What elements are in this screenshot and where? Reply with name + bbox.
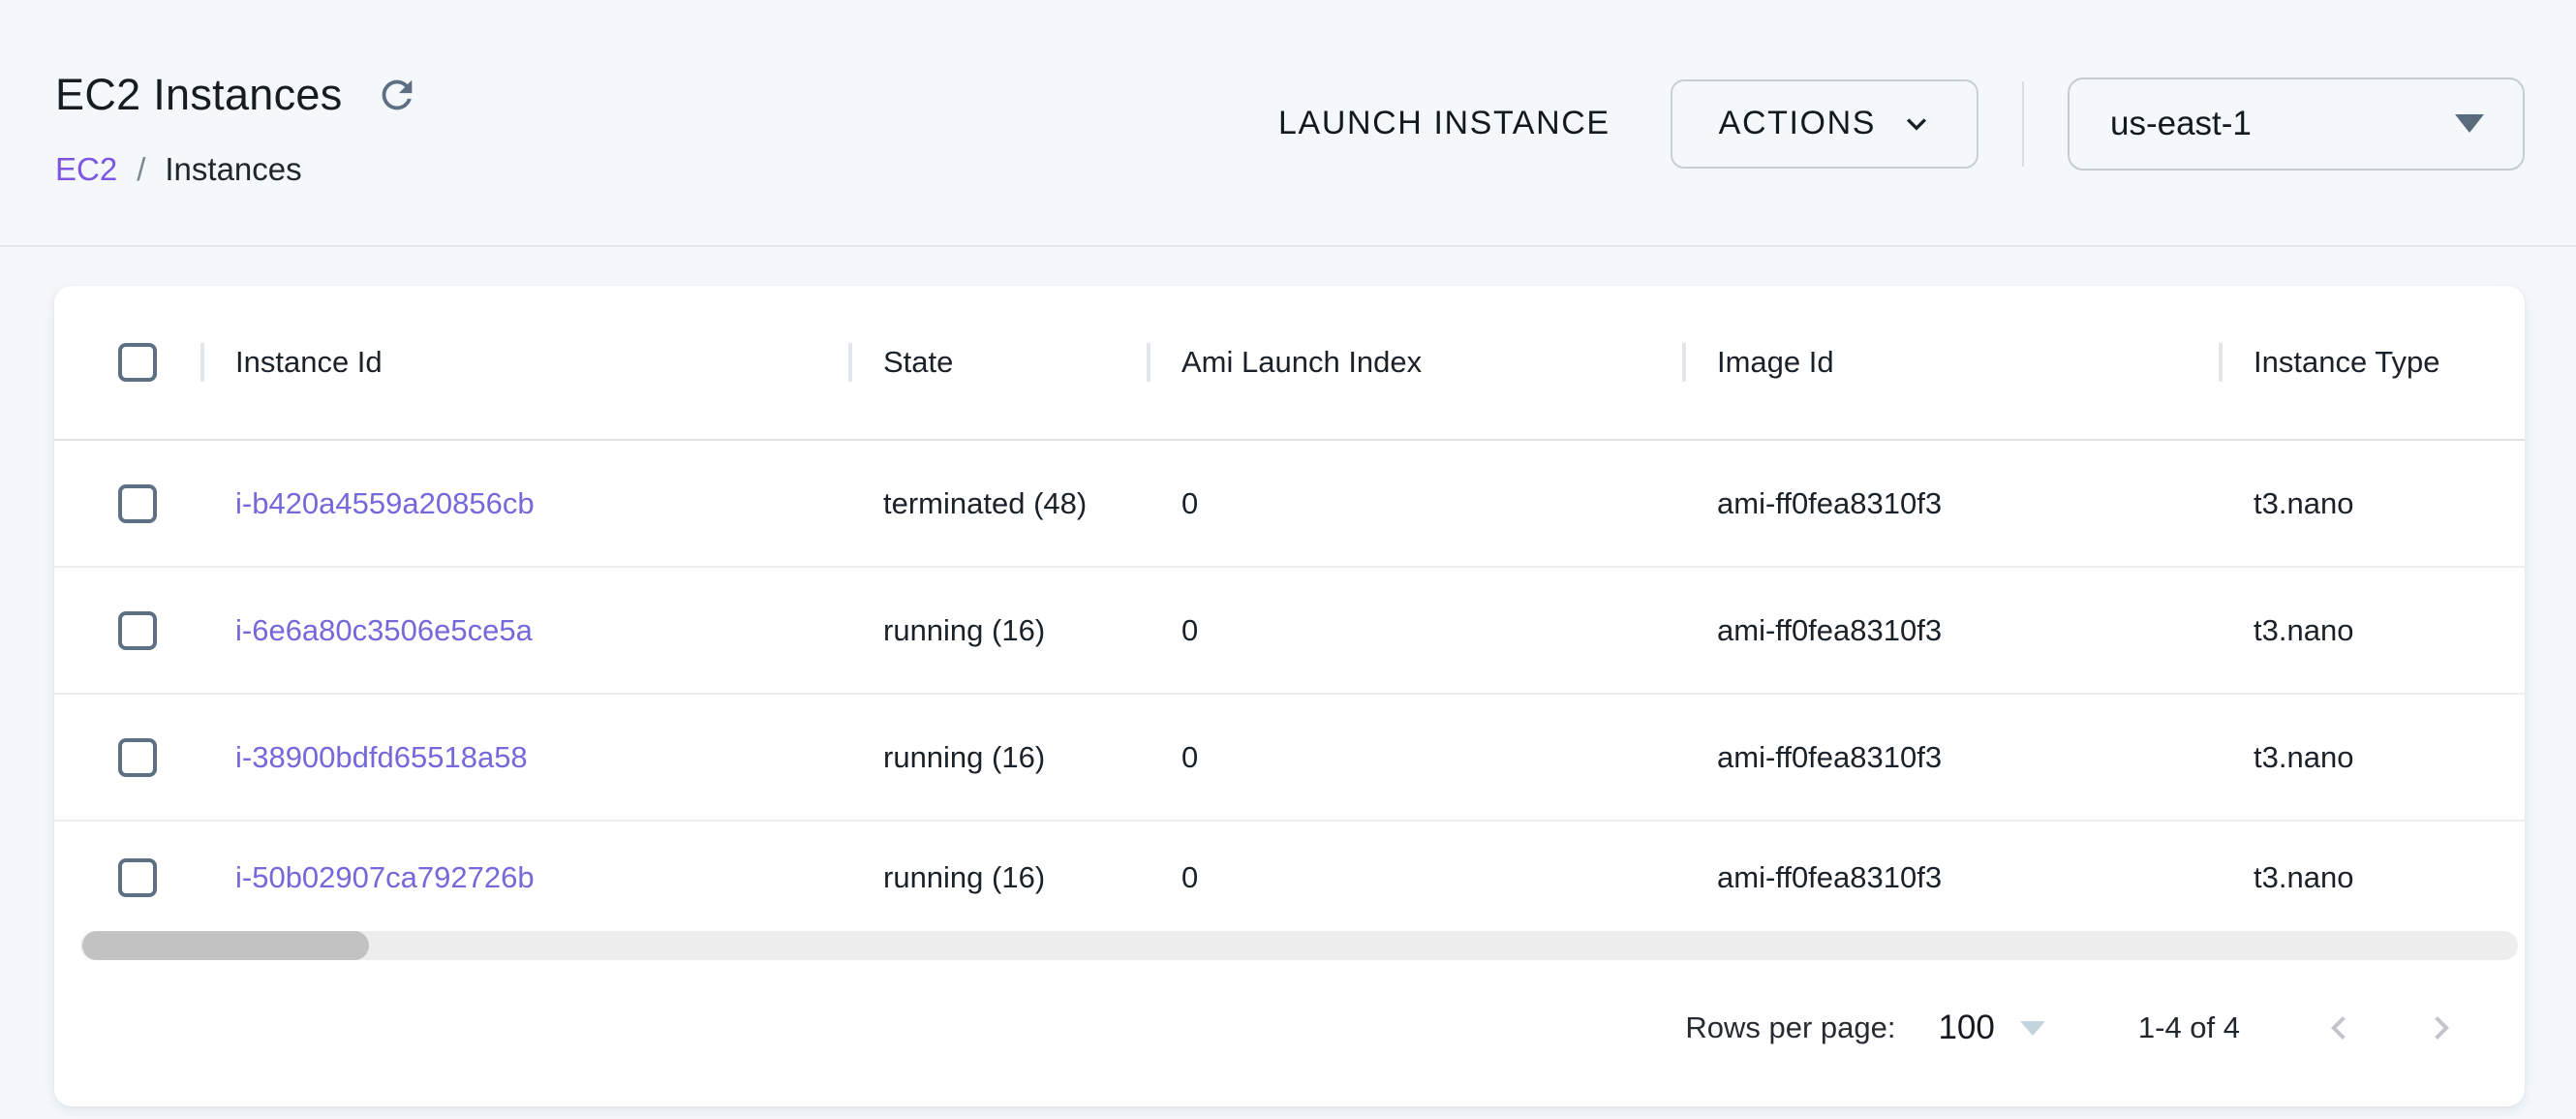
column-header-state: State [848, 345, 1147, 380]
cell-instance-type: t3.nano [2219, 740, 2525, 775]
next-page-button[interactable] [2418, 1005, 2465, 1051]
header-controls: LAUNCH INSTANCE ACTIONS us-east-1 [1271, 0, 2525, 247]
column-separator [1147, 343, 1150, 382]
chevron-right-icon [2418, 1005, 2465, 1051]
chevron-down-icon [1897, 105, 1936, 143]
page-title: EC2 Instances [55, 70, 343, 120]
cell-instance-type: t3.nano [2219, 486, 2525, 521]
cell-instance-id: i-50b02907ca792726b [200, 860, 848, 895]
breadcrumb-ec2-link[interactable]: EC2 [55, 151, 117, 188]
instance-id-link[interactable]: i-38900bdfd65518a58 [235, 740, 528, 774]
horizontal-scrollbar-track[interactable] [80, 931, 2518, 960]
cell-ami-launch-index: 0 [1147, 740, 1682, 775]
cell-instance-type: t3.nano [2219, 613, 2525, 648]
pagination-bar: Rows per page: 100 1-4 of 4 [54, 978, 2525, 1078]
cell-state: running (16) [848, 613, 1147, 648]
breadcrumb-current: Instances [165, 151, 301, 188]
column-separator [2219, 343, 2223, 382]
caret-down-icon [2020, 1021, 2045, 1036]
row-checkbox[interactable] [118, 484, 157, 523]
cell-image-id: ami-ff0fea8310f3 [1682, 486, 2219, 521]
cell-ami-launch-index: 0 [1147, 486, 1682, 521]
row-checkbox[interactable] [118, 738, 157, 777]
rows-per-page-value: 100 [1938, 1009, 1994, 1047]
horizontal-scrollbar-thumb[interactable] [82, 931, 369, 960]
breadcrumb: EC2 / Instances [55, 151, 302, 188]
column-separator [1682, 343, 1686, 382]
table-row: i-50b02907ca792726b running (16) 0 ami-f… [54, 822, 2525, 934]
instance-id-link[interactable]: i-6e6a80c3506e5ce5a [235, 613, 533, 647]
region-select-value: us-east-1 [2110, 105, 2252, 143]
launch-instance-button[interactable]: LAUNCH INSTANCE [1271, 105, 1618, 142]
column-separator [200, 343, 204, 382]
cell-state: terminated (48) [848, 486, 1147, 521]
toolbar-divider [2022, 81, 2024, 167]
table-header-row: Instance Id State Ami Launch Index Image… [54, 286, 2525, 441]
title-row: EC2 Instances [55, 70, 420, 120]
column-header-image-id: Image Id [1682, 345, 2219, 380]
page-header: EC2 Instances EC2 / Instances LAUNCH INS… [0, 0, 2576, 247]
cell-ami-launch-index: 0 [1147, 613, 1682, 648]
pagination-range: 1-4 of 4 [2138, 1010, 2240, 1045]
instances-table-card: Instance Id State Ami Launch Index Image… [54, 286, 2525, 1106]
refresh-button[interactable] [374, 72, 420, 118]
header-checkbox-cell [54, 343, 200, 382]
actions-dropdown-button[interactable]: ACTIONS [1671, 79, 1978, 169]
row-checkbox[interactable] [118, 611, 157, 650]
cell-image-id: ami-ff0fea8310f3 [1682, 613, 2219, 648]
cell-ami-launch-index: 0 [1147, 860, 1682, 895]
table-row: i-38900bdfd65518a58 running (16) 0 ami-f… [54, 695, 2525, 822]
instance-id-link[interactable]: i-50b02907ca792726b [235, 860, 535, 894]
column-header-instance-id: Instance Id [200, 345, 848, 380]
instance-id-link[interactable]: i-b420a4559a20856cb [235, 486, 535, 520]
table-row: i-b420a4559a20856cb terminated (48) 0 am… [54, 441, 2525, 568]
cell-state: running (16) [848, 740, 1147, 775]
breadcrumb-separator: / [137, 151, 145, 188]
caret-down-icon [2455, 114, 2484, 133]
row-checkbox[interactable] [118, 858, 157, 897]
refresh-icon [375, 73, 419, 117]
rows-per-page-label: Rows per page: [1685, 1010, 1895, 1045]
chevron-left-icon [2315, 1005, 2362, 1051]
table-row: i-6e6a80c3506e5ce5a running (16) 0 ami-f… [54, 568, 2525, 695]
cell-instance-id: i-38900bdfd65518a58 [200, 740, 848, 775]
cell-instance-id: i-6e6a80c3506e5ce5a [200, 613, 848, 648]
cell-state: running (16) [848, 860, 1147, 895]
column-header-instance-type: Instance Type [2219, 345, 2525, 380]
rows-per-page-select[interactable]: 100 [1938, 1009, 2044, 1047]
cell-instance-type: t3.nano [2219, 860, 2525, 895]
column-separator [848, 343, 852, 382]
region-select[interactable]: us-east-1 [2068, 78, 2525, 171]
column-header-ami-launch-index: Ami Launch Index [1147, 345, 1682, 380]
cell-image-id: ami-ff0fea8310f3 [1682, 860, 2219, 895]
select-all-checkbox[interactable] [118, 343, 157, 382]
cell-instance-id: i-b420a4559a20856cb [200, 486, 848, 521]
previous-page-button[interactable] [2315, 1005, 2362, 1051]
actions-button-label: ACTIONS [1719, 105, 1876, 142]
cell-image-id: ami-ff0fea8310f3 [1682, 740, 2219, 775]
